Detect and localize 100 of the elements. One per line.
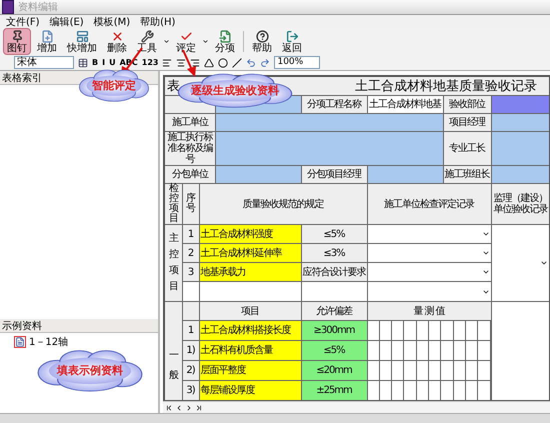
item-cell: 土工合成材料强度 (199, 224, 301, 244)
menu-item[interactable]: 文件(F) (6, 14, 40, 28)
label-cell: 施工班组长 (443, 166, 491, 184)
toolbar-button[interactable]: 分项 (211, 28, 239, 55)
value-cell: ≤3% (301, 244, 367, 262)
input-field[interactable] (491, 132, 550, 166)
previous-page-icon[interactable] (175, 404, 183, 412)
header-cell: 项目 (199, 302, 301, 320)
toolbar-button[interactable]: 增加 (33, 28, 61, 55)
menu-item[interactable]: 帮助(H) (140, 14, 176, 28)
zoom-field[interactable]: 100% (274, 56, 320, 69)
cloud-callout-tooltip (78, 68, 150, 102)
label-cell: 专业工长 (443, 132, 491, 166)
label-cell: 验收部位 (443, 96, 491, 114)
category-cell: 一般 (164, 302, 182, 401)
line-icon[interactable] (232, 58, 242, 68)
close-icon (110, 30, 124, 42)
measurement-cells[interactable] (367, 340, 491, 360)
header-cell: 允许偏差 (301, 302, 367, 320)
header-cell: 施工单位检查评定记录 (367, 184, 491, 224)
item-cell: 地基承载力 (199, 262, 301, 282)
toolbar-button[interactable]: 评定 (172, 28, 200, 55)
pin-icon (10, 30, 24, 42)
toolbar-button[interactable]: 帮助 (248, 28, 276, 55)
dropdown-caret-icon (482, 268, 490, 276)
value-cell: 应符合设计要求 (301, 262, 367, 282)
dropdown-field[interactable] (367, 244, 491, 262)
toolbar-button[interactable]: 删除 (103, 28, 131, 55)
measurement-cells[interactable] (367, 320, 491, 340)
dropdown-field[interactable] (491, 224, 550, 302)
align-right-icon[interactable] (190, 58, 200, 68)
format-button[interactable]: 123 (142, 58, 158, 66)
input-field[interactable] (367, 166, 443, 184)
item-cell: 每层铺设厚度 (199, 380, 301, 401)
header-cell: 序号 (182, 184, 199, 224)
form-title: 土工合成材料地基质量验收记录 (355, 78, 538, 95)
input-field[interactable] (215, 132, 443, 166)
window-icon (76, 30, 88, 42)
next-page-icon[interactable] (185, 404, 193, 412)
tolerance-cell: ≥300mm (301, 320, 367, 340)
app-logo-icon (2, 0, 14, 14)
panel-header: 示例资料 (0, 319, 158, 333)
help-icon (256, 30, 268, 42)
callout-text: 填表示例资料 (57, 362, 123, 378)
window-title: 资料编辑 (18, 0, 58, 14)
dropdown-caret-icon (482, 230, 490, 238)
first-page-icon[interactable] (165, 404, 173, 412)
checkmark-icon (180, 30, 192, 42)
triangle-icon[interactable] (204, 58, 214, 68)
item-cell: 土工合成材料延伸率 (199, 244, 301, 262)
document-arrow-icon (218, 30, 232, 42)
tree-item[interactable]: 1－12轴 (14, 335, 158, 349)
label-cell: 施工单位 (164, 114, 215, 132)
dropdown-caret-icon (540, 259, 548, 267)
input-field[interactable] (491, 96, 550, 114)
format-button[interactable]: I (102, 58, 106, 66)
input-field[interactable] (491, 114, 550, 132)
format-button[interactable]: U (109, 58, 116, 66)
format-button[interactable]: B (92, 58, 98, 66)
header-cell: 量 测 值 (367, 302, 491, 320)
category-cell: 主控项目 (164, 224, 182, 302)
input-field[interactable] (491, 166, 550, 184)
tolerance-cell: ±25mm (301, 380, 367, 401)
label-cell: 项目经理 (443, 114, 491, 132)
font-field[interactable]: 宋体 (14, 56, 74, 69)
callout-text: 逐级生成验收资料 (191, 82, 279, 98)
toolbar-button[interactable]: 返回 (278, 28, 306, 55)
undo-icon[interactable] (246, 58, 256, 68)
dropdown-field[interactable] (367, 262, 491, 282)
last-page-icon[interactable] (195, 404, 203, 412)
item-cell: 土石料有机质含量 (199, 340, 301, 360)
header-cell: 检控项目 (164, 184, 182, 224)
align-left-icon[interactable] (162, 58, 172, 68)
measurement-cells[interactable] (367, 360, 491, 380)
input-field[interactable] (215, 166, 301, 184)
circle-icon[interactable] (218, 58, 228, 68)
value-cell (301, 282, 367, 302)
label-cell: 分包项目经理 (301, 166, 367, 184)
value-cell: 土工合成材料地基 (367, 96, 443, 114)
door-exit-icon (286, 30, 298, 42)
redo-icon[interactable] (260, 58, 270, 68)
input-field[interactable] (215, 114, 443, 132)
tolerance-cell: ≤20mm (301, 360, 367, 380)
header-cell: 监理（建设）单位验收记录 (491, 184, 550, 224)
menu-item[interactable]: 模板(M) (94, 14, 130, 28)
item-cell: 土工合成材料搭接长度 (199, 320, 301, 340)
table-icon[interactable] (78, 58, 88, 68)
align-center-icon[interactable] (176, 58, 186, 68)
toolbar-button[interactable]: 快增加 (63, 28, 101, 55)
tolerance-cell: ≤5% (301, 340, 367, 360)
dropdown-caret-icon (482, 249, 490, 257)
header-cell: 质量验收规范的规定 (199, 184, 367, 224)
toolbar-button[interactable]: 图钉 (3, 28, 31, 55)
dropdown-field[interactable] (367, 224, 491, 244)
value-cell: ≤5% (301, 224, 367, 244)
dropdown-field[interactable] (367, 282, 491, 302)
menu-item[interactable]: 编辑(E) (50, 14, 84, 28)
document-icon (40, 30, 54, 42)
label-cell: 分包单位 (164, 166, 215, 184)
document-icon (14, 336, 26, 348)
